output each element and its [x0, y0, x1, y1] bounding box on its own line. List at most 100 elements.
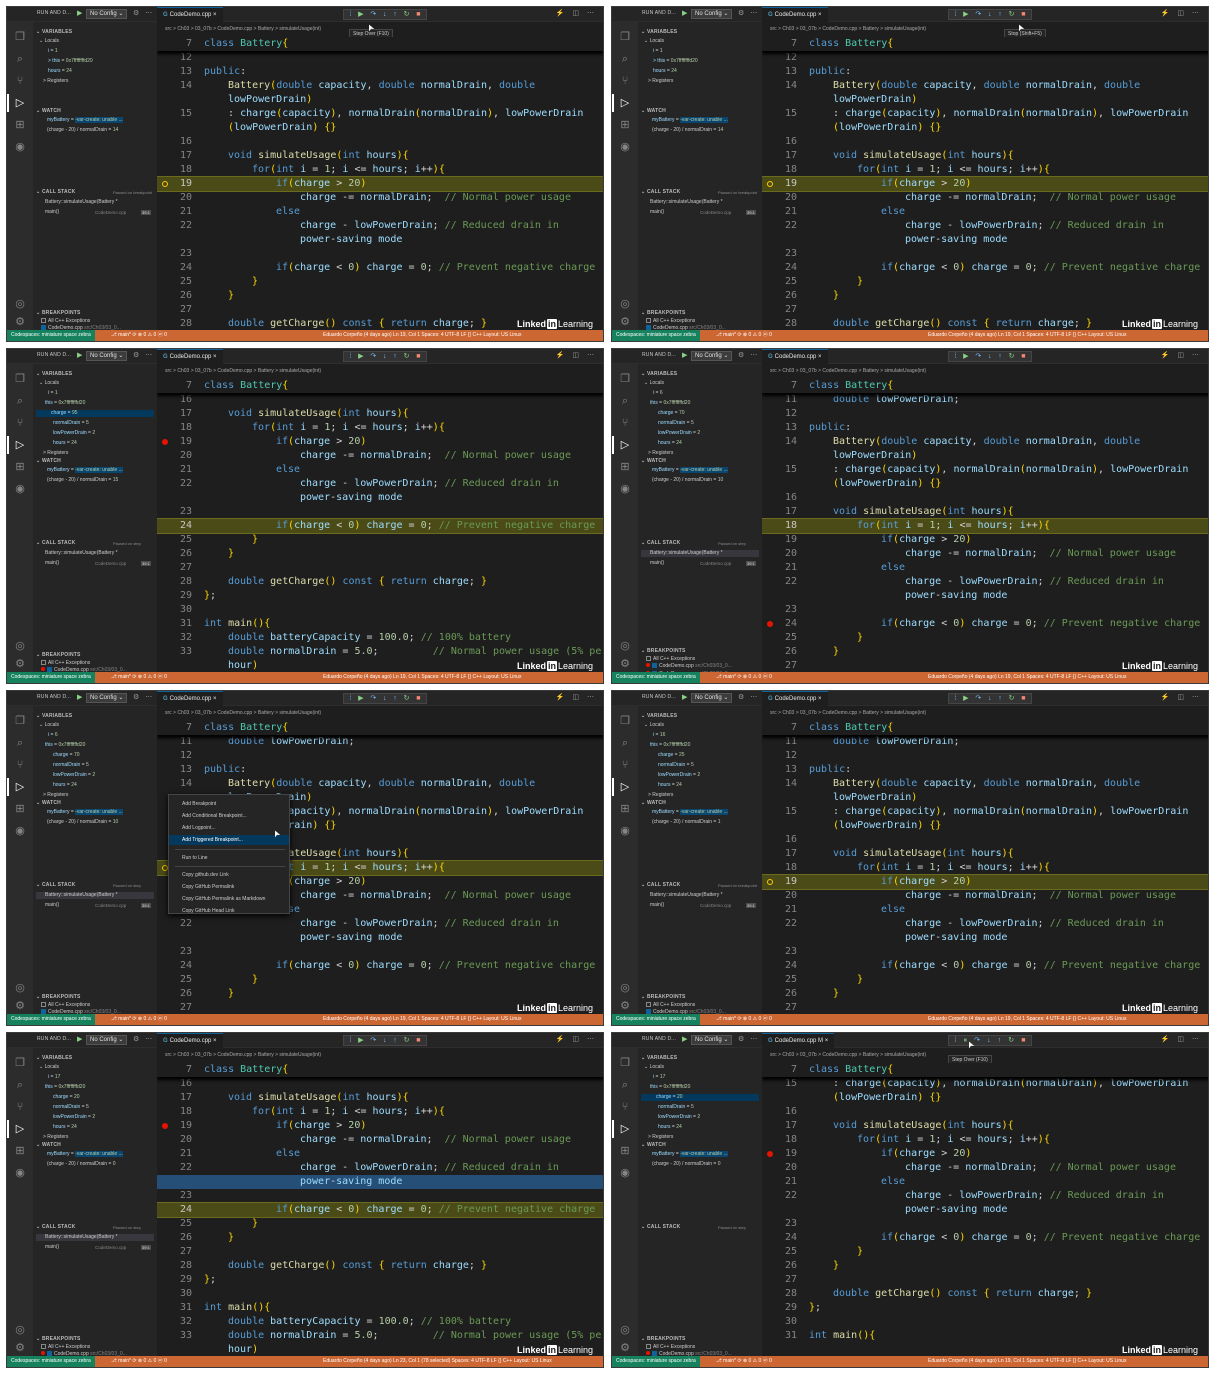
search-icon[interactable]: ⌕ — [618, 52, 632, 66]
breadcrumb-method[interactable]: simulateUsage(int) — [279, 368, 321, 374]
editor-actions-icon[interactable]: ⚡ ◫ ⋯ — [1161, 1035, 1202, 1043]
drag-handle-icon[interactable]: ⁞ — [349, 10, 351, 19]
close-tab-icon[interactable]: × — [816, 354, 822, 360]
breakpoints-header[interactable]: BREAKPOINTS — [641, 1336, 686, 1342]
extensions-icon[interactable]: ⊞ — [618, 118, 632, 132]
variable-row[interactable]: hours = 24 — [48, 68, 72, 75]
settings-icon[interactable]: ⚙ ⋯ — [738, 9, 759, 17]
breadcrumb-class[interactable]: Battery — [258, 1052, 274, 1058]
restart-icon[interactable]: ↻ — [404, 1036, 410, 1045]
stack-frame[interactable]: main() — [45, 902, 59, 909]
step-into-icon[interactable]: ↓ — [383, 352, 387, 361]
settings-icon[interactable]: ⚙ ⋯ — [738, 1035, 759, 1043]
step-out-icon[interactable]: ↑ — [393, 694, 397, 703]
watch-expression[interactable]: myBattery = -var-create: unable ... — [652, 1151, 728, 1158]
registers-scope[interactable]: > Registers — [648, 792, 673, 799]
explorer-icon[interactable]: ❐ — [13, 372, 27, 386]
checkbox[interactable] — [41, 660, 46, 665]
stack-frame[interactable]: Battery::simulateUsage(Battery * — [36, 892, 154, 899]
variables-header[interactable]: VARIABLES — [36, 371, 72, 377]
status-right[interactable]: Eduardo Corpeño (4 days ago) Ln 19, Col … — [928, 330, 1126, 341]
search-icon[interactable]: ⌕ — [13, 736, 27, 750]
call-stack-header[interactable]: CALL STACK — [641, 189, 680, 195]
variable-row[interactable]: i = 1 — [48, 390, 58, 397]
account-icon[interactable]: ◎ — [13, 1323, 27, 1337]
search-icon[interactable]: ⌕ — [618, 736, 632, 750]
breakpoint-dot-icon[interactable] — [162, 1123, 168, 1129]
restart-icon[interactable]: ↻ — [1009, 10, 1015, 19]
locals-scope[interactable]: ⌄ Locals — [39, 1064, 59, 1071]
start-debugging-icon[interactable]: ▶ — [682, 693, 689, 702]
settings-icon[interactable]: ⚙ ⋯ — [133, 693, 154, 701]
code-editor[interactable]: 7class Battery{11double lowPowerDrain;12… — [762, 37, 1208, 331]
stop-icon[interactable]: ■ — [1021, 694, 1025, 703]
variable-row[interactable]: hours = 24 — [658, 440, 682, 447]
run-debug-icon[interactable]: ▷ — [7, 94, 27, 112]
stop-icon[interactable]: ■ — [416, 352, 420, 361]
locals-scope[interactable]: ⌄ Locals — [644, 722, 664, 729]
breakpoints-header[interactable]: BREAKPOINTS — [36, 652, 81, 658]
breadcrumb-path[interactable]: src > Ch03 > 03_07b > — [770, 26, 822, 32]
breadcrumb-file[interactable]: CodeDemo.cpp — [822, 1052, 857, 1058]
remote-indicator[interactable]: Codespaces: miniature space zebra — [612, 1356, 700, 1367]
manage-gear-icon[interactable]: ⚙ — [618, 1341, 632, 1355]
watch-expression[interactable]: myBattery = -var-create: unable ... — [47, 467, 123, 474]
run-debug-icon[interactable]: ▷ — [7, 778, 27, 796]
run-debug-icon[interactable]: ▷ — [612, 1120, 632, 1138]
breadcrumb-file[interactable]: CodeDemo.cpp — [217, 1052, 252, 1058]
source-control-icon[interactable]: ⑂ — [618, 74, 632, 88]
breakpoint-exceptions[interactable]: All C++ Exceptions — [41, 1344, 90, 1351]
drag-handle-icon[interactable]: ⁞ — [954, 352, 956, 361]
current-breakpoint-icon[interactable] — [767, 181, 773, 187]
variable-row[interactable]: lowPowerDrain = 2 — [53, 772, 95, 779]
remote-icon[interactable]: ◉ — [618, 140, 632, 154]
manage-gear-icon[interactable]: ⚙ — [618, 315, 632, 329]
stop-icon[interactable]: ■ — [416, 10, 420, 19]
step-into-icon[interactable]: ↓ — [988, 10, 992, 19]
variable-row[interactable]: i = 16 — [653, 732, 665, 739]
code-editor[interactable]: 7class Battery{lowPowerDrain)15: charge(… — [762, 1063, 1208, 1357]
editor-tab[interactable]: G CodeDemo.cpp × — [762, 7, 828, 22]
start-debugging-icon[interactable]: ▶ — [682, 1035, 689, 1044]
explorer-icon[interactable]: ❐ — [618, 714, 632, 728]
account-icon[interactable]: ◎ — [618, 981, 632, 995]
run-debug-icon[interactable]: ▷ — [612, 94, 632, 112]
variable-row[interactable]: hours = 24 — [658, 1124, 682, 1131]
context-menu-item[interactable]: Add Conditional Breakpoint... — [169, 811, 289, 821]
breadcrumb-method[interactable]: simulateUsage(int) — [279, 26, 321, 32]
variable-row[interactable]: charge = 20 — [641, 1094, 759, 1101]
variable-row[interactable]: this = 0x7ffffffffd20 — [650, 742, 690, 749]
variable-row[interactable]: this = 0x7ffffffffd20 — [45, 742, 85, 749]
breadcrumb-file[interactable]: CodeDemo.cpp — [822, 368, 857, 374]
watch-expression[interactable]: myBattery = -var-create: unable ... — [47, 809, 123, 816]
variable-row[interactable]: i = 1 — [48, 48, 58, 55]
variable-row[interactable]: > this = 0x7ffffffffd20 — [48, 58, 93, 65]
step-out-icon[interactable]: ↑ — [393, 10, 397, 19]
start-debugging-icon[interactable]: ▶ — [77, 693, 84, 702]
source-control-icon[interactable]: ⑂ — [618, 1100, 632, 1114]
breadcrumb-method[interactable]: simulateUsage(int) — [279, 710, 321, 716]
watch-expression[interactable]: (charge - 20) / normalDrain = 14 — [47, 127, 118, 134]
code-editor[interactable]: 7class Battery{10double normalDrain;11do… — [762, 721, 1208, 1015]
launch-config-select[interactable]: No Config ⌄ — [86, 351, 128, 361]
drag-handle-icon[interactable]: ⁞ — [349, 1036, 351, 1045]
status-left[interactable]: ⎇ main* ⟳ ⊗ 0 ⚠ 0 ⓦ 0 — [716, 672, 772, 683]
breadcrumb-path[interactable]: src > Ch03 > 03_07b > — [165, 368, 217, 374]
remote-icon[interactable]: ◉ — [618, 1166, 632, 1180]
account-icon[interactable]: ◎ — [13, 297, 27, 311]
locals-scope[interactable]: ⌄ Locals — [39, 380, 59, 387]
drag-handle-icon[interactable]: ⁞ — [954, 10, 956, 19]
registers-scope[interactable]: > Registers — [43, 450, 68, 457]
step-out-icon[interactable]: ↑ — [393, 352, 397, 361]
breakpoint-exceptions[interactable]: All C++ Exceptions — [41, 660, 90, 667]
checkbox[interactable] — [41, 318, 46, 323]
variable-row[interactable]: lowPowerDrain = 2 — [53, 430, 95, 437]
registers-scope[interactable]: > Registers — [43, 792, 68, 799]
stack-frame[interactable]: main() — [45, 560, 59, 567]
breakpoint-exceptions[interactable]: All C++ Exceptions — [646, 318, 695, 325]
call-stack-header[interactable]: CALL STACK — [641, 1224, 680, 1230]
step-over-icon[interactable]: ↷ — [975, 10, 981, 19]
extensions-icon[interactable]: ⊞ — [13, 460, 27, 474]
breakpoint-exceptions[interactable]: All C++ Exceptions — [646, 1344, 695, 1351]
extensions-icon[interactable]: ⊞ — [13, 802, 27, 816]
